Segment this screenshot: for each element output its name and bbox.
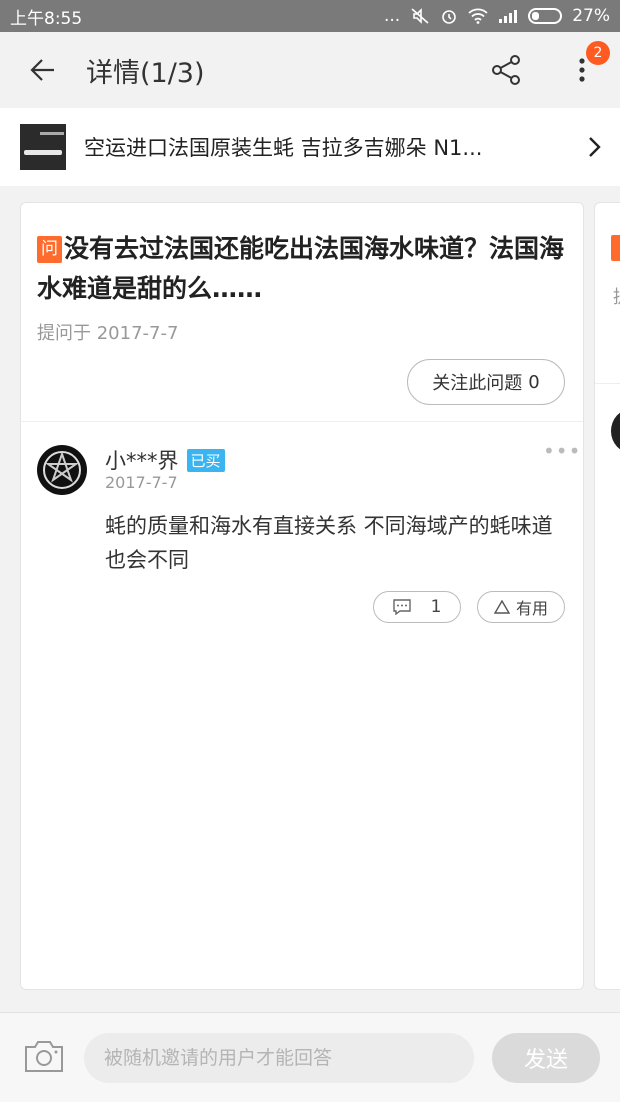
page-title: 详情(1/3) bbox=[86, 57, 205, 89]
triangle-up-icon bbox=[493, 600, 510, 614]
more-vertical-icon bbox=[579, 58, 585, 82]
peek-text: 提 bbox=[613, 283, 620, 309]
more-menu-button[interactable]: 2 bbox=[544, 32, 620, 108]
avatar bbox=[611, 409, 620, 453]
useful-button[interactable]: 有用 bbox=[477, 591, 565, 623]
user-name: 小***界 bbox=[105, 449, 179, 473]
camera-icon bbox=[25, 1041, 63, 1072]
next-card-peek[interactable]: 提 bbox=[594, 202, 620, 990]
more-dots-icon: ... bbox=[383, 6, 401, 26]
comment-icon bbox=[392, 599, 411, 615]
chevron-right-icon bbox=[589, 137, 601, 157]
question-text: 没有去过法国还能吃出法国海水味道？法国海水难道是甜的么…… bbox=[37, 234, 565, 303]
product-row[interactable]: 空运进口法国原装生蚝 吉拉多吉娜朵 N1... bbox=[0, 108, 620, 186]
comment-count: 1 bbox=[430, 597, 442, 617]
question-date: 提问于 2017-7-7 bbox=[37, 323, 179, 344]
comment-button[interactable]: 1 bbox=[373, 591, 461, 623]
useful-label: 有用 bbox=[515, 599, 548, 618]
answer-text: 蚝的质量和海水有直接关系 不同海域产的蚝味道也会不同 bbox=[105, 514, 553, 572]
back-button[interactable] bbox=[0, 32, 86, 108]
camera-button[interactable] bbox=[24, 1039, 64, 1075]
answer-date: 2017-7-7 bbox=[105, 473, 178, 492]
app-header: 详情(1/3) 2 bbox=[0, 32, 620, 108]
question-title: 问没有去过法国还能吃出法国海水味道？法国海水难道是甜的么…… bbox=[37, 229, 573, 309]
status-time: 上午8:55 bbox=[10, 8, 83, 29]
send-button[interactable]: 发送 bbox=[492, 1033, 600, 1083]
avatar[interactable] bbox=[37, 445, 87, 495]
share-icon bbox=[492, 55, 520, 85]
follow-label: 关注此问题 bbox=[432, 373, 523, 394]
battery-level: 27% bbox=[572, 6, 610, 26]
question-tag: 问 bbox=[37, 236, 62, 263]
answer-more-button[interactable]: ••• bbox=[543, 439, 581, 463]
follow-question-button[interactable]: 关注此问题 0 bbox=[407, 359, 565, 405]
answer-bar: 发送 bbox=[0, 1012, 620, 1102]
arrow-left-icon bbox=[30, 59, 54, 81]
answer-user: 小***界 已买 bbox=[105, 445, 225, 475]
product-thumbnail bbox=[20, 124, 66, 170]
bought-badge: 已买 bbox=[186, 448, 225, 472]
follow-count: 0 bbox=[528, 371, 540, 393]
battery-icon bbox=[528, 8, 563, 24]
notification-badge: 2 bbox=[586, 41, 610, 65]
divider bbox=[595, 383, 620, 384]
status-bar: 上午8:55 ... 27% bbox=[0, 0, 620, 32]
divider bbox=[21, 421, 583, 422]
answer-input[interactable] bbox=[84, 1033, 474, 1083]
status-icons: ... 27% bbox=[384, 6, 610, 26]
share-button[interactable] bbox=[468, 32, 544, 108]
signal-icon bbox=[499, 10, 518, 23]
alarm-icon bbox=[442, 10, 457, 24]
question-card: 问没有去过法国还能吃出法国海水味道？法国海水难道是甜的么…… 提问于 2017-… bbox=[20, 202, 584, 990]
pentagram-icon bbox=[43, 450, 81, 489]
wifi-icon bbox=[468, 8, 488, 24]
mute-icon bbox=[411, 8, 429, 24]
product-name: 空运进口法国原装生蚝 吉拉多吉娜朵 N1... bbox=[84, 136, 483, 160]
peek-question-tag bbox=[611, 235, 620, 261]
